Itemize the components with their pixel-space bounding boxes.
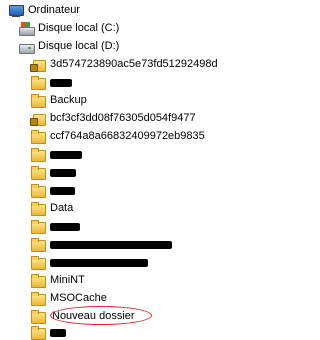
redacted-label — [50, 222, 80, 231]
folder-icon — [30, 166, 46, 180]
tree-item-drive-c[interactable]: Disque local (C:) — [18, 21, 278, 36]
tree-item-label: Ordinateur — [28, 4, 80, 16]
redacted-label — [50, 168, 76, 177]
locked-folder-icon — [30, 58, 46, 72]
tree-item-folder[interactable]: ccf764a8a66832409972eb9835 — [30, 129, 290, 144]
tree-item-label: ccf764a8a66832409972eb9835 — [50, 130, 205, 142]
tree-item-folder[interactable]: Data — [30, 201, 290, 216]
tree-item-folder[interactable] — [30, 147, 290, 162]
folder-icon — [30, 256, 46, 270]
tree-item-folder[interactable] — [30, 183, 290, 198]
tree-item-folder[interactable] — [30, 219, 290, 234]
tree-item-folder[interactable]: Backup — [30, 93, 290, 108]
tree-item-label: Backup — [50, 94, 87, 106]
tree-item-folder[interactable]: bcf3cf3dd08f76305d054f9477 — [30, 111, 290, 126]
tree-item-folder[interactable]: 3d574723890ac5e73fd51292498d — [30, 57, 290, 72]
folder-icon — [30, 292, 46, 306]
redacted-label — [50, 150, 82, 159]
folder-icon — [30, 148, 46, 162]
tree-item-folder[interactable] — [30, 255, 290, 270]
tree-item-folder[interactable]: MSOCache — [30, 291, 290, 306]
tree-item-label: Disque local (C:) — [38, 22, 120, 34]
folder-icon — [30, 238, 46, 252]
folder-icon — [30, 130, 46, 144]
drive-icon — [18, 40, 35, 54]
tree-item-label: Disque local (D:) — [38, 40, 120, 52]
folder-icon — [30, 76, 46, 90]
tree-item-folder[interactable] — [30, 75, 290, 90]
tree-item-folder[interactable] — [30, 165, 290, 180]
folder-icon — [30, 310, 46, 324]
folder-icon — [30, 94, 46, 108]
tree-item-folder[interactable]: MiniNT — [30, 273, 290, 288]
redacted-label — [50, 328, 66, 337]
folder-icon — [30, 274, 46, 288]
folder-icon — [30, 184, 46, 198]
folder-icon — [30, 202, 46, 216]
drive-icon — [18, 22, 35, 36]
highlight-oval — [50, 306, 152, 325]
folder-icon — [30, 326, 46, 340]
tree-item-label: 3d574723890ac5e73fd51292498d — [50, 58, 218, 70]
tree-item-label: bcf3cf3dd08f76305d054f9477 — [50, 112, 196, 124]
tree-item-ordinateur[interactable]: Ordinateur — [8, 3, 268, 18]
tree-item-drive-d[interactable]: Disque local (D:) — [18, 39, 278, 54]
redacted-label — [50, 78, 72, 87]
redacted-label — [50, 258, 148, 267]
tree-item-label: MiniNT — [50, 274, 85, 286]
locked-folder-icon — [30, 112, 46, 126]
tree-item-folder[interactable] — [30, 325, 290, 340]
tree-item-folder[interactable] — [30, 237, 290, 252]
redacted-label — [50, 186, 75, 195]
folder-tree: Ordinateur Disque local (C:) Disque loca… — [0, 0, 278, 340]
tree-item-label: MSOCache — [50, 292, 107, 304]
computer-icon — [8, 4, 24, 17]
tree-item-label: Data — [50, 202, 74, 214]
folder-icon — [30, 220, 46, 234]
redacted-label — [50, 240, 172, 249]
